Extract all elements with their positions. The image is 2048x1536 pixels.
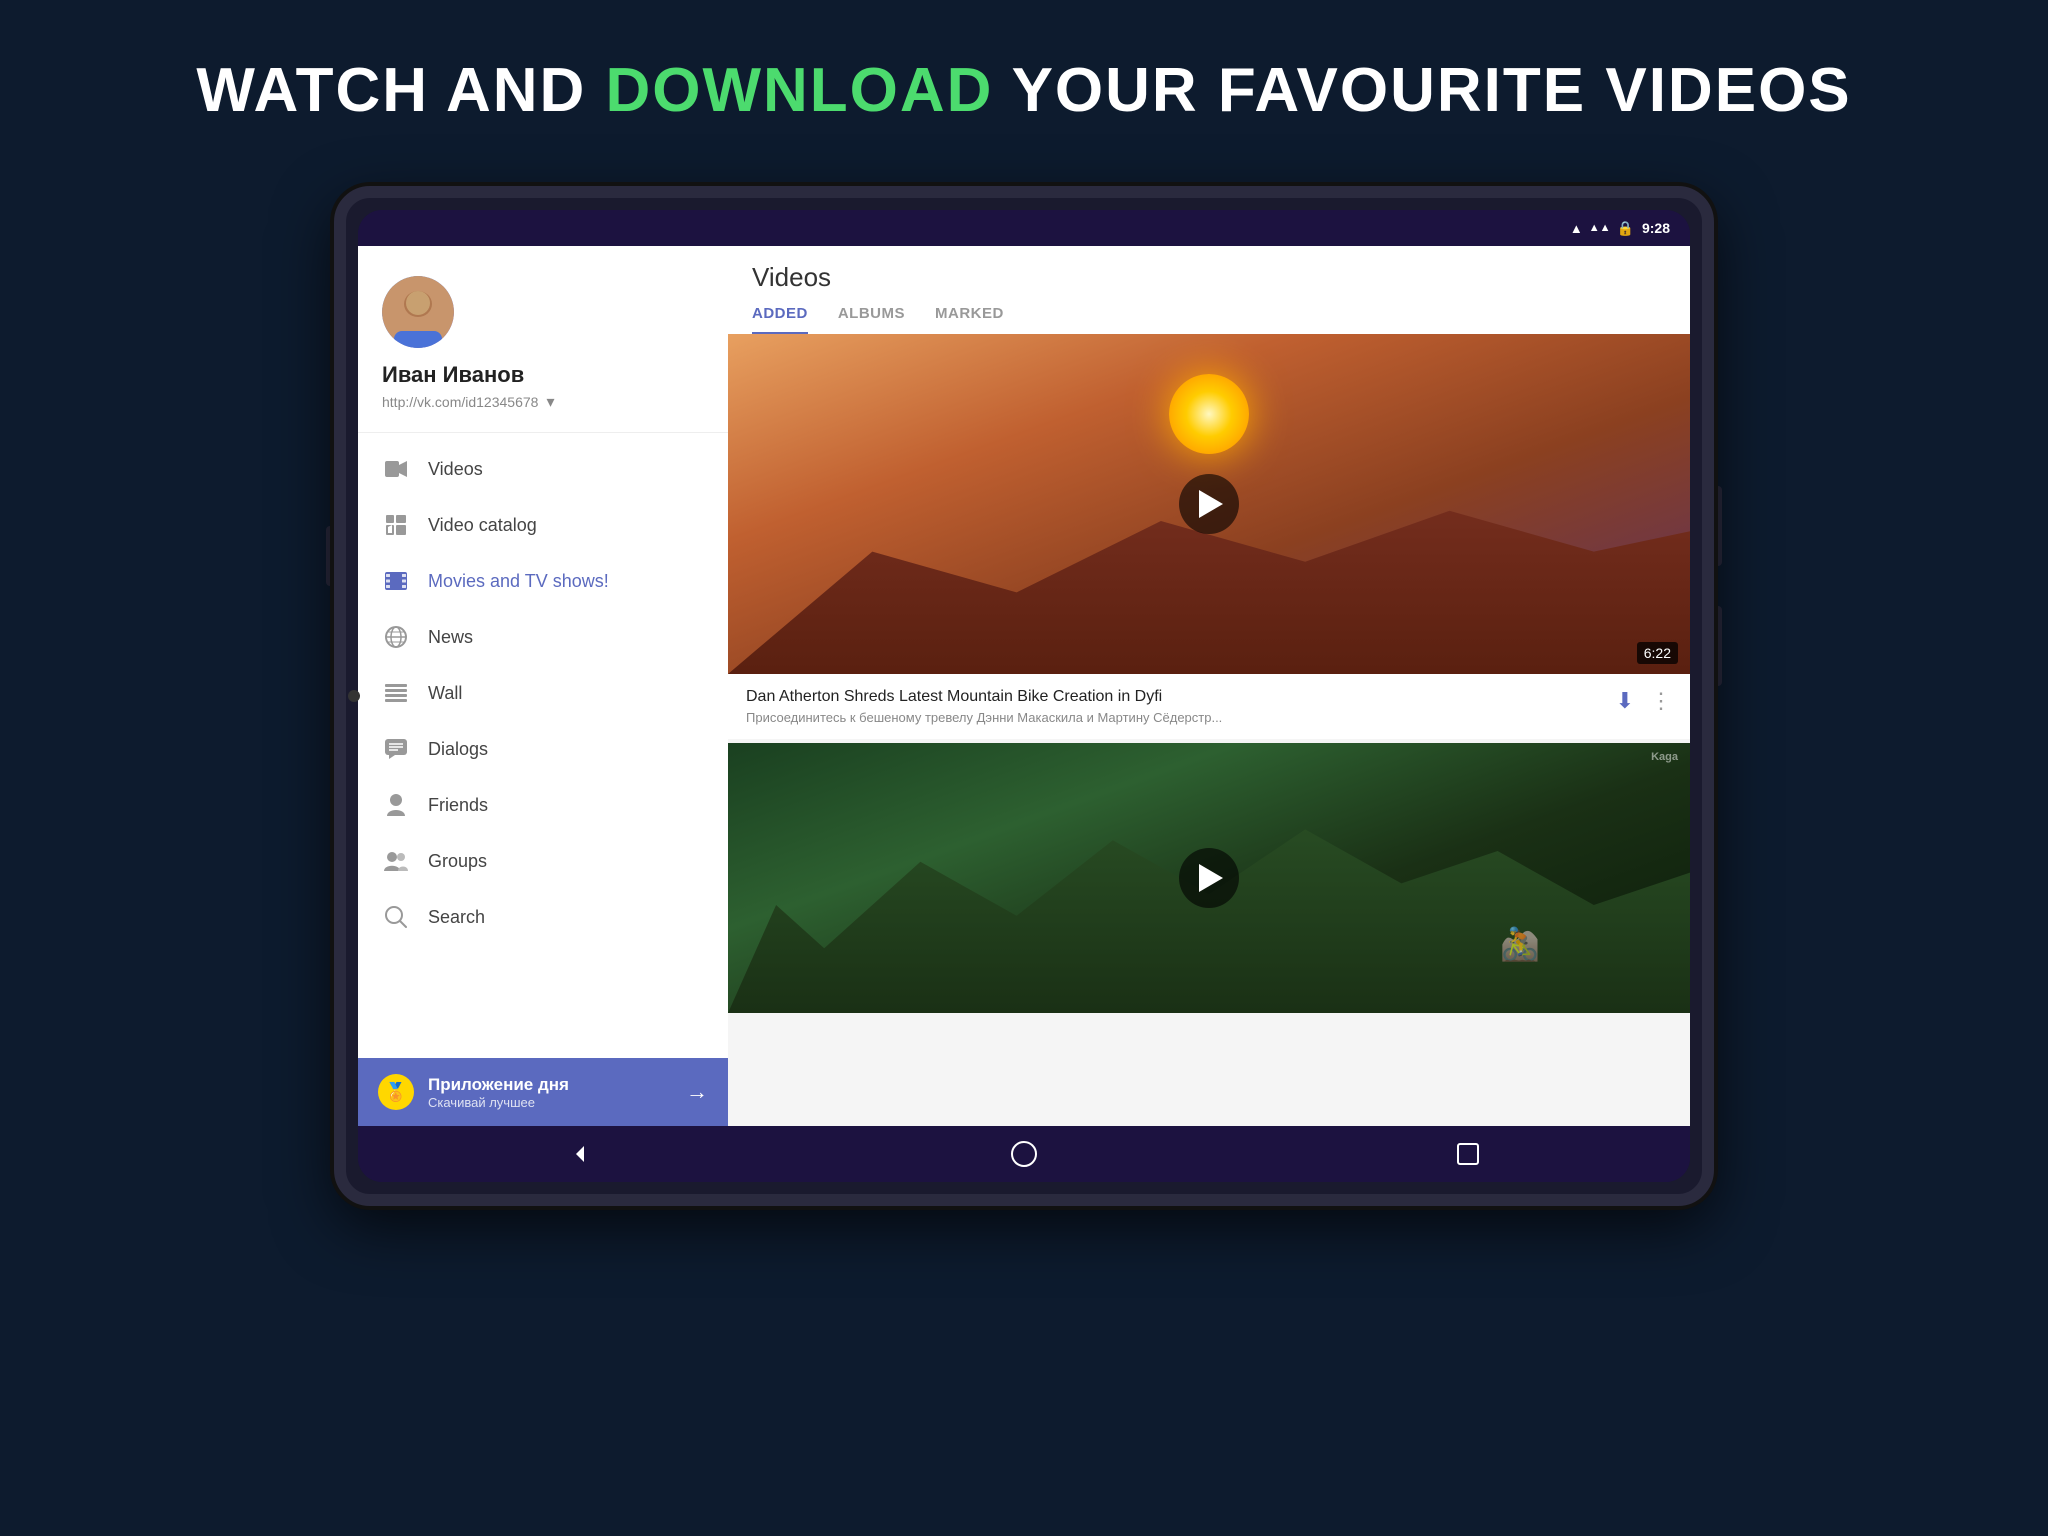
- screen: ▲ ▲▲ 🔒 9:28: [358, 210, 1690, 1182]
- sun-graphic: [1169, 374, 1249, 454]
- chat-icon: [382, 735, 410, 763]
- profile-url: http://vk.com/id12345678: [382, 394, 538, 410]
- list-icon: [382, 679, 410, 707]
- sidebar-item-videos-label: Videos: [428, 459, 483, 480]
- sidebar-item-wall[interactable]: Wall: [358, 665, 728, 721]
- battery-icon: 🔒: [1617, 220, 1634, 237]
- bottom-nav: [358, 1126, 1690, 1182]
- sidebar-item-video-catalog[interactable]: Video catalog: [358, 497, 728, 553]
- video-thumbnail-2[interactable]: 🚵 Kaga: [728, 743, 1690, 1013]
- promo-arrow-icon: →: [686, 1079, 708, 1105]
- sidebar-item-groups-label: Groups: [428, 851, 487, 872]
- film-icon: [382, 567, 410, 595]
- tablet-screen-frame: ▲ ▲▲ 🔒 9:28: [334, 186, 1714, 1206]
- group-icon: [382, 847, 410, 875]
- biker-graphic: 🚵: [1500, 925, 1540, 963]
- tablet-frame: ▲ ▲▲ 🔒 9:28: [334, 186, 1714, 1206]
- video-info-1: Dan Atherton Shreds Latest Mountain Bike…: [728, 674, 1690, 739]
- video-desc-1: Присоединитесь к бешеному тревелу Дэнни …: [746, 710, 1604, 725]
- play-triangle-icon-2: [1199, 864, 1223, 892]
- promo-banner[interactable]: 🏅 Приложение дня Скачивай лучшее →: [358, 1058, 728, 1126]
- status-time: 9:28: [1642, 220, 1670, 236]
- tabs-row: ADDED ALBUMS MARKED: [752, 305, 1666, 334]
- sidebar-item-dialogs-label: Dialogs: [428, 739, 488, 760]
- globe-icon: [382, 623, 410, 651]
- sidebar-item-friends[interactable]: Friends: [358, 777, 728, 833]
- video-area: Videos ADDED ALBUMS MARKED: [728, 246, 1690, 1126]
- side-button-right-bottom: [1714, 606, 1722, 686]
- sidebar-item-dialogs[interactable]: Dialogs: [358, 721, 728, 777]
- play-button-2[interactable]: [1179, 848, 1239, 908]
- tab-albums[interactable]: ALBUMS: [838, 305, 905, 334]
- sidebar: Иван Иванов http://vk.com/id12345678 ▾: [358, 246, 728, 1126]
- chevron-down-icon[interactable]: ▾: [546, 392, 554, 412]
- search-icon: [382, 903, 410, 931]
- sidebar-item-wall-label: Wall: [428, 683, 462, 704]
- tab-marked[interactable]: MARKED: [935, 305, 1004, 334]
- sidebar-item-movies-label: Movies and TV shows!: [428, 571, 609, 592]
- home-button[interactable]: [1004, 1134, 1044, 1174]
- avatar-image: [382, 276, 454, 348]
- avatar[interactable]: [382, 276, 454, 348]
- nav-list: Videos: [358, 441, 728, 1058]
- side-button-right-top: [1714, 486, 1722, 566]
- video-title-1: Dan Atherton Shreds Latest Mountain Bike…: [746, 688, 1604, 706]
- play-button-1[interactable]: [1179, 474, 1239, 534]
- duration-badge-1: 6:22: [1637, 642, 1678, 664]
- video-card-1: 6:22 Dan Atherton Shreds Latest Mountain…: [728, 334, 1690, 739]
- main-area: Иван Иванов http://vk.com/id12345678 ▾: [358, 246, 1690, 1126]
- divider: [358, 432, 728, 433]
- video-text-1: Dan Atherton Shreds Latest Mountain Bike…: [746, 688, 1604, 725]
- person-icon: [382, 791, 410, 819]
- home-circle-icon: [1011, 1141, 1037, 1167]
- video-list: 6:22 Dan Atherton Shreds Latest Mountain…: [728, 334, 1690, 1126]
- camera-icon: [348, 690, 360, 702]
- promo-subtitle: Скачивай лучшее: [428, 1095, 672, 1110]
- videos-section-title: Videos: [752, 262, 1666, 293]
- watermark: Kaga: [1651, 751, 1678, 763]
- tab-added[interactable]: ADDED: [752, 305, 808, 334]
- download-button-1[interactable]: ⬇: [1616, 688, 1634, 714]
- back-button[interactable]: [560, 1134, 600, 1174]
- status-bar: ▲ ▲▲ 🔒 9:28: [358, 210, 1690, 246]
- promo-title: Приложение дня: [428, 1075, 672, 1095]
- headline-text-before: WATCH AND: [196, 56, 605, 125]
- sidebar-item-news-label: News: [428, 627, 473, 648]
- video-card-2: 🚵 Kaga: [728, 743, 1690, 1013]
- medal-icon: 🏅: [378, 1074, 414, 1110]
- headline-highlight: DOWNLOAD: [606, 56, 994, 125]
- sidebar-item-videos[interactable]: Videos: [358, 441, 728, 497]
- recents-square-icon: [1457, 1143, 1479, 1165]
- sidebar-item-groups[interactable]: Groups: [358, 833, 728, 889]
- headline: WATCH AND DOWNLOAD YOUR FAVOURITE VIDEOS: [196, 55, 1851, 126]
- sidebar-item-search[interactable]: Search: [358, 889, 728, 945]
- video-thumbnail-1[interactable]: 6:22: [728, 334, 1690, 674]
- headline-text-after: YOUR FAVOURITE VIDEOS: [993, 56, 1851, 125]
- profile-url-row: http://vk.com/id12345678 ▾: [382, 392, 554, 412]
- profile-name: Иван Иванов: [382, 362, 524, 388]
- sidebar-item-news[interactable]: News: [358, 609, 728, 665]
- sidebar-item-friends-label: Friends: [428, 795, 488, 816]
- catalog-icon: [382, 511, 410, 539]
- recents-button[interactable]: [1448, 1134, 1488, 1174]
- signal-icon: ▲▲: [1589, 222, 1611, 234]
- video-header: Videos ADDED ALBUMS MARKED: [728, 246, 1690, 334]
- wifi-icon: ▲: [1570, 221, 1583, 236]
- play-triangle-icon: [1199, 490, 1223, 518]
- sidebar-item-movies[interactable]: Movies and TV shows!: [358, 553, 728, 609]
- status-icons: ▲ ▲▲ 🔒: [1570, 220, 1634, 237]
- back-icon: [570, 1144, 590, 1164]
- side-button-left: [326, 526, 334, 586]
- more-button-1[interactable]: ⋮: [1650, 688, 1672, 714]
- sidebar-item-search-label: Search: [428, 907, 485, 928]
- sidebar-item-video-catalog-label: Video catalog: [428, 515, 537, 536]
- video-icon: [382, 455, 410, 483]
- promo-text: Приложение дня Скачивай лучшее: [428, 1075, 672, 1110]
- video-actions-1: ⬇ ⋮: [1604, 688, 1672, 714]
- profile-section: Иван Иванов http://vk.com/id12345678 ▾: [358, 246, 728, 432]
